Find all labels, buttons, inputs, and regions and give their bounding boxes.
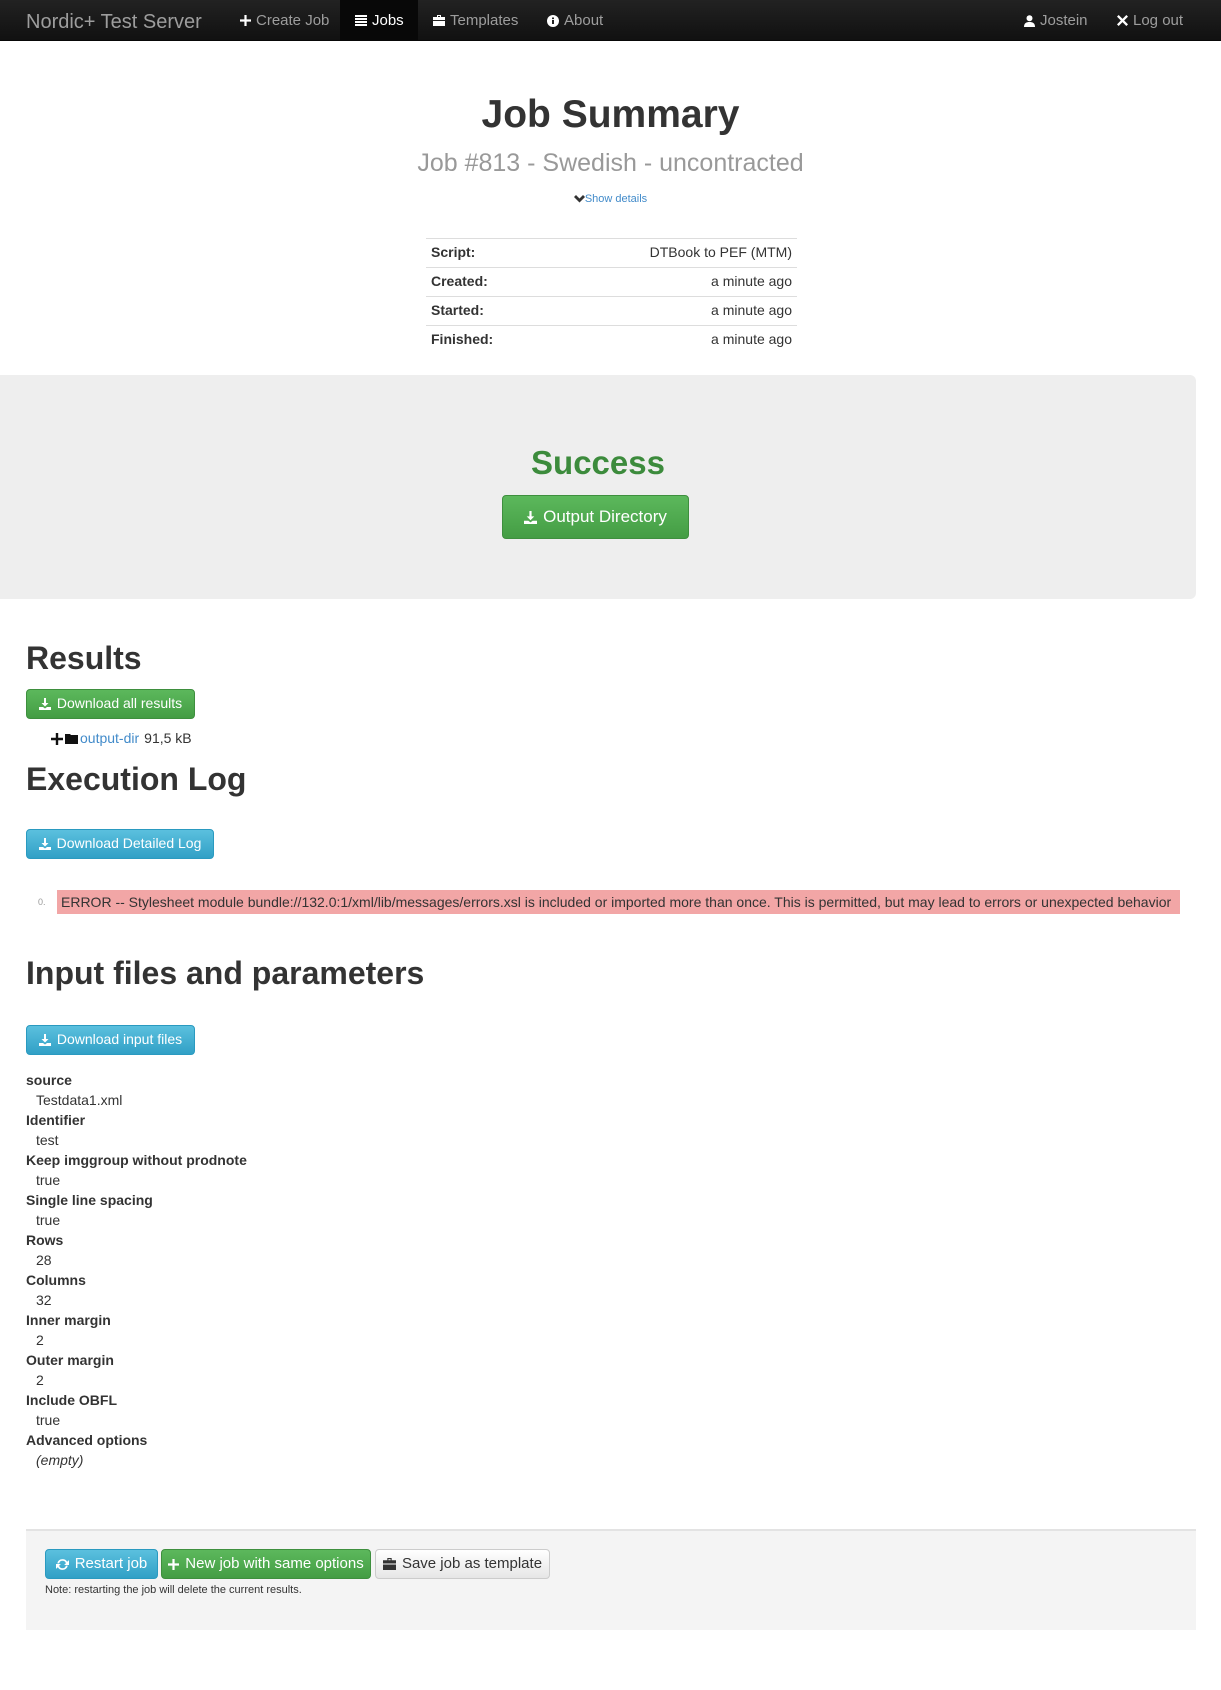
output-directory-button[interactable]: Output Directory <box>502 495 689 539</box>
output-directory-label: Output Directory <box>543 506 667 526</box>
job-summary-table: Script: DTBook to PEF (MTM) Created: a m… <box>426 238 797 355</box>
download-icon <box>38 838 51 850</box>
input-files-heading: Input files and parameters <box>26 955 425 991</box>
download-detailed-log-button[interactable]: Download Detailed Log <box>26 829 214 859</box>
briefcase-icon <box>382 1558 396 1570</box>
navbar: Nordic+ Test Server Create Job Jobs Temp… <box>0 0 1221 41</box>
restart-job-label: Restart job <box>74 1555 148 1573</box>
results-heading: Results <box>26 640 142 676</box>
summary-value: DTBook to PEF (MTM) <box>545 238 797 268</box>
nav-about-label: About <box>564 11 604 29</box>
download-all-results-button[interactable]: Download all results <box>26 689 195 719</box>
result-item-link[interactable]: output-dir <box>80 729 139 749</box>
nav-templates[interactable]: Templates <box>418 0 533 41</box>
nav-logout-label: Log out <box>1133 11 1184 29</box>
briefcase-icon <box>433 15 445 26</box>
summary-key: Script: <box>426 238 546 268</box>
nav-logout[interactable]: Log out <box>1102 0 1198 41</box>
log-entry: 0. ERROR -- Stylesheet module bundle://1… <box>38 890 1180 914</box>
log-entry-message: ERROR -- Stylesheet module bundle://132.… <box>57 890 1180 914</box>
restart-job-button[interactable]: Restart job <box>45 1549 158 1579</box>
download-detailed-log-label: Download Detailed Log <box>56 835 202 852</box>
download-input-files-button[interactable]: Download input files <box>26 1025 195 1055</box>
param-value: true <box>36 1212 61 1228</box>
brand-link[interactable]: Nordic+ Test Server <box>26 8 202 36</box>
result-item-size: 91,5 kB <box>144 730 192 746</box>
page-title: Job Summary <box>481 93 740 136</box>
param-value: 2 <box>36 1332 44 1348</box>
param-value: (empty) <box>36 1452 84 1468</box>
summary-value: a minute ago <box>545 267 797 297</box>
parameter-list: source Testdata1.xml Identifier test Kee… <box>26 1070 247 1470</box>
show-details-toggle[interactable]: Show details <box>0 192 1221 208</box>
nav-user[interactable]: Jostein <box>1009 0 1103 41</box>
expand-plus-icon[interactable] <box>51 732 63 745</box>
download-all-results-label: Download all results <box>56 695 183 712</box>
folder-icon <box>65 733 78 745</box>
param-name: Outer margin <box>26 1352 114 1368</box>
log-entry-number: 0. <box>38 896 46 907</box>
nav-templates-label: Templates <box>450 11 519 29</box>
result-item: output-dir 91,5 kB <box>51 729 192 749</box>
plus-icon <box>240 15 251 26</box>
summary-row-finished: Finished: a minute ago <box>426 325 797 355</box>
param-value: Testdata1.xml <box>36 1092 123 1108</box>
nav-about[interactable]: About <box>532 0 618 41</box>
nav-user-label: Jostein <box>1040 11 1088 29</box>
summary-value: a minute ago <box>545 325 797 355</box>
restart-note: Note: restarting the job will delete the… <box>45 1584 302 1596</box>
new-job-same-options-button[interactable]: New job with same options <box>161 1549 371 1579</box>
info-icon <box>547 14 559 27</box>
save-job-template-label: Save job as template <box>401 1555 543 1573</box>
nav-create-job[interactable]: Create Job <box>225 0 344 41</box>
param-name: Inner margin <box>26 1312 111 1328</box>
param-name: Identifier <box>26 1112 86 1128</box>
job-subtitle: Job #813 - Swedish - uncontracted <box>417 149 804 177</box>
download-input-files-label: Download input files <box>56 1031 183 1048</box>
summary-value: a minute ago <box>545 296 797 326</box>
status-panel <box>0 375 1196 599</box>
param-name: source <box>26 1072 72 1088</box>
param-name: Columns <box>26 1272 86 1288</box>
download-icon <box>38 698 51 710</box>
param-name: Keep imggroup without prodnote <box>26 1152 247 1168</box>
download-icon <box>524 510 538 524</box>
download-icon <box>38 1034 51 1046</box>
param-value: true <box>36 1412 61 1428</box>
list-icon <box>355 15 367 26</box>
param-name: Single line spacing <box>26 1192 153 1208</box>
job-actions-panel <box>26 1529 1196 1630</box>
nav-jobs-label: Jobs <box>372 11 404 29</box>
new-job-same-options-label: New job with same options <box>185 1555 364 1573</box>
save-job-template-button[interactable]: Save job as template <box>375 1549 550 1579</box>
param-value: 2 <box>36 1372 44 1388</box>
param-name: Advanced options <box>26 1432 148 1448</box>
summary-key: Finished: <box>426 325 546 355</box>
summary-row-started: Started: a minute ago <box>426 296 797 326</box>
param-value: 32 <box>36 1292 52 1308</box>
execution-log-heading: Execution Log <box>26 761 247 797</box>
plus-icon <box>168 1558 180 1570</box>
summary-key: Created: <box>426 267 546 297</box>
param-name: Include OBFL <box>26 1392 117 1408</box>
refresh-icon <box>55 1558 69 1571</box>
param-name: Rows <box>26 1232 64 1248</box>
close-icon <box>1117 15 1128 26</box>
status-label: Success <box>531 444 665 481</box>
show-details-label: Show details <box>584 193 648 205</box>
param-value: test <box>36 1132 59 1148</box>
chevron-down-icon <box>573 193 585 205</box>
summary-row-script: Script: DTBook to PEF (MTM) <box>426 238 797 268</box>
summary-key: Started: <box>426 296 546 326</box>
param-value: true <box>36 1172 61 1188</box>
param-value: 28 <box>36 1252 52 1268</box>
user-icon <box>1024 14 1035 27</box>
summary-row-created: Created: a minute ago <box>426 267 797 297</box>
nav-jobs[interactable]: Jobs <box>340 0 418 41</box>
nav-create-job-label: Create Job <box>256 11 330 29</box>
